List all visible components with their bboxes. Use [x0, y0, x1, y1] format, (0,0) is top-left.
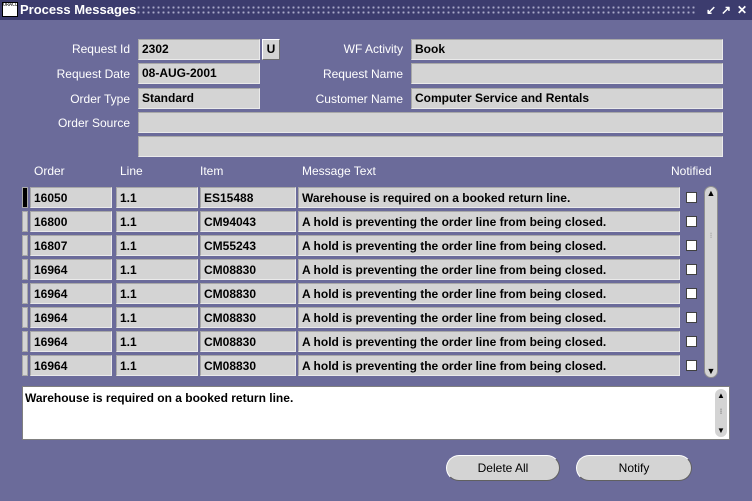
order-source-label: Order Source — [57, 116, 130, 130]
message-text-cell[interactable]: A hold is preventing the order line from… — [298, 211, 680, 232]
message-text-cell[interactable]: Warehouse is required on a booked return… — [298, 187, 680, 208]
request-date-field[interactable]: 08-AUG-2001 — [138, 63, 260, 84]
column-header-notified: Notified — [671, 164, 712, 178]
line-cell[interactable]: 1.1 — [116, 331, 198, 352]
request-id-label: Request Id — [71, 42, 130, 56]
message-text-cell[interactable]: A hold is preventing the order line from… — [298, 235, 680, 256]
title-bar-grip — [136, 5, 696, 15]
message-text-cell[interactable]: A hold is preventing the order line from… — [298, 307, 680, 328]
message-detail-scrollbar[interactable]: ▲ ⁝ ▼ — [715, 389, 727, 437]
notified-checkbox[interactable] — [686, 240, 697, 251]
order-cell[interactable]: 16050 — [30, 187, 112, 208]
column-header-item: Item — [200, 164, 224, 178]
item-cell[interactable]: CM94043 — [200, 211, 296, 232]
wf-activity-field[interactable]: Book — [411, 39, 723, 60]
window-title: Process Messages — [20, 2, 137, 17]
row-indicator[interactable] — [22, 331, 28, 352]
line-cell[interactable]: 1.1 — [116, 283, 198, 304]
scroll-down-icon[interactable]: ▼ — [706, 366, 716, 376]
request-id-field[interactable]: 2302 — [138, 39, 260, 60]
request-name-field[interactable] — [411, 63, 723, 84]
customer-name-label: Customer Name — [315, 92, 403, 106]
order-cell[interactable]: 16964 — [30, 307, 112, 328]
item-cell[interactable]: CM08830 — [200, 355, 296, 376]
column-header-order: Order — [34, 164, 65, 178]
request-name-label: Request Name — [322, 67, 403, 81]
order-cell[interactable]: 16964 — [30, 331, 112, 352]
message-text-cell[interactable]: A hold is preventing the order line from… — [298, 331, 680, 352]
customer-name-field[interactable]: Computer Service and Rentals — [411, 88, 723, 109]
row-indicator[interactable] — [22, 211, 28, 232]
order-cell[interactable]: 16964 — [30, 283, 112, 304]
message-scroll-down-icon[interactable]: ▼ — [716, 426, 726, 435]
item-cell[interactable]: CM08830 — [200, 307, 296, 328]
scroll-up-icon[interactable]: ▲ — [706, 188, 716, 198]
order-type-label: Order Type — [70, 92, 130, 106]
message-scroll-grip-icon[interactable]: ⁝ — [716, 407, 726, 416]
column-header-message-text: Message Text — [302, 164, 376, 178]
order-source-field[interactable] — [138, 112, 723, 133]
notified-checkbox[interactable] — [686, 288, 697, 299]
order-cell[interactable]: 16964 — [30, 259, 112, 280]
order-type-field[interactable]: Standard — [138, 88, 260, 109]
order-cell[interactable]: 16964 — [30, 355, 112, 376]
row-indicator[interactable] — [22, 355, 28, 376]
row-indicator[interactable] — [22, 235, 28, 256]
oracle-app-icon: ORACLE — [2, 2, 18, 17]
line-cell[interactable]: 1.1 — [116, 355, 198, 376]
order-source-field-2[interactable] — [138, 136, 723, 157]
line-cell[interactable]: 1.1 — [116, 259, 198, 280]
notified-checkbox[interactable] — [686, 264, 697, 275]
row-indicator[interactable] — [22, 187, 28, 208]
line-cell[interactable]: 1.1 — [116, 307, 198, 328]
close-icon[interactable]: ✕ — [735, 2, 749, 18]
item-cell[interactable]: CM08830 — [200, 331, 296, 352]
notified-checkbox[interactable] — [686, 192, 697, 203]
delete-all-button[interactable]: Delete All — [446, 455, 560, 481]
table-scrollbar[interactable]: ▲ ⁝ ▼ — [704, 186, 718, 378]
request-date-label: Request Date — [56, 67, 130, 81]
row-indicator[interactable] — [22, 259, 28, 280]
order-cell[interactable]: 16807 — [30, 235, 112, 256]
u-button[interactable]: U — [262, 39, 280, 60]
maximize-icon[interactable]: ↗ — [719, 2, 733, 18]
line-cell[interactable]: 1.1 — [116, 235, 198, 256]
message-scroll-up-icon[interactable]: ▲ — [716, 391, 726, 400]
notified-checkbox[interactable] — [686, 360, 697, 371]
scroll-thumb-grip-icon[interactable]: ⁝ — [706, 231, 716, 240]
message-text-cell[interactable]: A hold is preventing the order line from… — [298, 259, 680, 280]
message-detail-text: Warehouse is required on a booked return… — [25, 391, 294, 405]
row-indicator[interactable] — [22, 307, 28, 328]
line-cell[interactable]: 1.1 — [116, 187, 198, 208]
item-cell[interactable]: CM55243 — [200, 235, 296, 256]
wf-activity-label: WF Activity — [343, 42, 403, 56]
line-cell[interactable]: 1.1 — [116, 211, 198, 232]
notified-checkbox[interactable] — [686, 216, 697, 227]
notified-checkbox[interactable] — [686, 336, 697, 347]
item-cell[interactable]: ES15488 — [200, 187, 296, 208]
title-bar[interactable]: ORACLE Process Messages ↙ ↗ ✕ — [0, 0, 752, 20]
item-cell[interactable]: CM08830 — [200, 259, 296, 280]
column-header-line: Line — [120, 164, 143, 178]
notified-checkbox[interactable] — [686, 312, 697, 323]
item-cell[interactable]: CM08830 — [200, 283, 296, 304]
order-cell[interactable]: 16800 — [30, 211, 112, 232]
minimize-icon[interactable]: ↙ — [704, 2, 718, 18]
message-text-cell[interactable]: A hold is preventing the order line from… — [298, 283, 680, 304]
process-messages-window: ORACLE Process Messages ↙ ↗ ✕ Request Id… — [0, 0, 752, 501]
message-text-cell[interactable]: A hold is preventing the order line from… — [298, 355, 680, 376]
row-indicator[interactable] — [22, 283, 28, 304]
notify-button[interactable]: Notify — [576, 455, 692, 481]
message-detail-box[interactable]: Warehouse is required on a booked return… — [22, 386, 730, 440]
